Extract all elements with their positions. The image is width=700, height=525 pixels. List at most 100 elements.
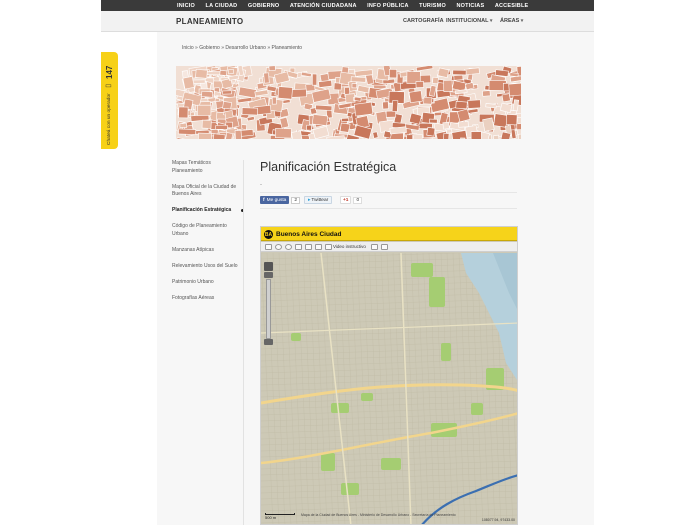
info-tool-icon[interactable]: [305, 244, 312, 250]
banner-block: [201, 119, 212, 129]
banner-block: [178, 128, 197, 135]
banner-block: [389, 126, 407, 135]
map-tiles: [261, 244, 517, 524]
banner-block: [311, 114, 329, 126]
banner-block: [412, 133, 423, 139]
nav-link-turismo[interactable]: TURISMO: [419, 3, 446, 9]
scale-bar: 500 m: [265, 513, 295, 520]
nav-link-atencion-ciudadana[interactable]: ATENCIÓN CIUDADANA: [290, 3, 357, 9]
section-nav-item-label: Planificación Estratégica: [172, 207, 232, 213]
section-nav-item-fotografias[interactable]: Fotografías Aéreas: [172, 295, 244, 303]
interactive-map[interactable]: BA Buenos Aires Ciudad Video instructivo…: [260, 226, 518, 525]
banner-block: [201, 90, 214, 98]
section-nav-item-mapas-tematicos[interactable]: Mapas Temáticos Planeamiento: [172, 160, 237, 175]
banner-block: [357, 85, 370, 94]
banner-block: [241, 107, 258, 116]
banner-block: [442, 121, 450, 130]
map-canvas[interactable]: [261, 244, 517, 524]
banner-block: [346, 111, 353, 118]
banner-block: [179, 123, 188, 128]
banner-block: [482, 117, 495, 132]
layers-tool-icon[interactable]: [381, 244, 388, 250]
zoom-out-tool-icon[interactable]: [285, 244, 292, 250]
nav-areas[interactable]: ÁREAS ▾: [500, 18, 523, 24]
section-nav-item-manzanas[interactable]: Manzanas Atípicas: [172, 247, 244, 255]
divider: [243, 160, 244, 525]
banner-block: [350, 76, 367, 83]
page-subtitle: -: [260, 182, 262, 188]
banner-block: [354, 96, 362, 102]
section-nav-item-relevamiento[interactable]: Relevamiento Usos del Suelo: [172, 263, 244, 271]
nav-link-info-publica[interactable]: INFO PÚBLICA: [367, 3, 409, 9]
zoom-out-button[interactable]: [264, 339, 273, 345]
banner-block: [315, 104, 333, 111]
site-title[interactable]: PLANEAMIENTO: [176, 17, 243, 26]
banner-block: [420, 137, 434, 139]
banner-block: [494, 69, 509, 77]
pan-arrows-icon[interactable]: [264, 262, 273, 271]
banner-block: [464, 67, 480, 76]
divider: [260, 208, 517, 209]
chat-operator-tab[interactable]: Chateá con un operador ▭ 147: [101, 52, 118, 149]
map-park: [411, 263, 433, 277]
share-tool-icon[interactable]: [371, 244, 378, 250]
facebook-like-button[interactable]: f Me gusta 2: [260, 196, 301, 204]
nav-cartografia[interactable]: CARTOGRAFÍA: [403, 18, 444, 24]
section-nav-item-patrimonio[interactable]: Patrimonio Urbano: [172, 279, 244, 287]
chat-operator-label: Chateá con un operador: [107, 93, 112, 145]
nav-link-inicio[interactable]: INICIO: [177, 3, 195, 9]
banner-block: [274, 128, 292, 139]
banner-block: [451, 130, 468, 139]
map-park: [381, 458, 401, 470]
section-nav-item-planificacion[interactable]: Planificación Estratégica: [172, 207, 244, 215]
facebook-like-label: Me gusta: [266, 197, 287, 203]
banner-block: [385, 110, 397, 118]
facebook-like-count: 2: [291, 196, 301, 204]
banner-block: [382, 101, 389, 110]
banner-block: [442, 132, 450, 139]
banner-block: [389, 69, 398, 79]
banner-block: [458, 121, 469, 128]
map-header: BA Buenos Aires Ciudad: [261, 227, 517, 241]
banner-block: [508, 82, 521, 97]
banner-block: [443, 79, 453, 92]
map-park: [331, 403, 349, 413]
map-zoom-control: [264, 262, 273, 346]
section-nav: Mapas Temáticos Planeamiento Mapa Oficia…: [172, 160, 244, 311]
banner-block: [176, 137, 191, 139]
zoom-in-tool-icon[interactable]: [275, 244, 282, 250]
banner-block: [318, 79, 333, 88]
site-header: PLANEAMIENTO CARTOGRAFÍA INSTITUCIONAL ▾…: [101, 11, 594, 32]
top-nav: INICIO LA CIUDAD GOBIERNO ATENCIÓN CIUDA…: [101, 0, 594, 11]
banner-block: [406, 134, 414, 139]
video-instructivo-link[interactable]: Video instructivo: [333, 244, 366, 249]
banner-block: [182, 76, 195, 90]
nav-link-la-ciudad[interactable]: LA CIUDAD: [206, 3, 238, 9]
tweet-button[interactable]: ▸ Twittear: [304, 196, 333, 204]
chat-operator-number: 147: [105, 65, 114, 80]
banner-block: [505, 114, 518, 126]
breadcrumb[interactable]: Inicio » Gobierno » Desarrollo Urbano » …: [182, 45, 302, 51]
banner-block: [485, 103, 497, 109]
measure-tool-icon[interactable]: [295, 244, 302, 250]
gplus-button[interactable]: +1 0: [340, 196, 363, 204]
banner-block: [426, 126, 436, 137]
nav-link-gobierno[interactable]: GOBIERNO: [248, 3, 280, 9]
section-nav-item-codigo[interactable]: Código de Planeamiento Urbano: [172, 223, 232, 238]
nav-link-noticias[interactable]: NOTICIAS: [456, 3, 484, 9]
zoom-in-button[interactable]: [264, 272, 273, 278]
chat-bubble-icon: ▭: [105, 82, 113, 91]
map-park: [471, 403, 483, 415]
banner-block: [482, 90, 491, 97]
zoom-slider[interactable]: [266, 279, 271, 339]
banner-block: [456, 108, 471, 123]
pan-tool-icon[interactable]: [265, 244, 272, 250]
print-tool-icon[interactable]: [315, 244, 322, 250]
nav-link-accesible[interactable]: ACCESIBLE: [495, 3, 529, 9]
section-nav-item-mapa-oficial[interactable]: Mapa Oficial de la Ciudad de Buenos Aire…: [172, 184, 238, 199]
nav-institucional[interactable]: INSTITUCIONAL ▾: [446, 18, 492, 24]
banner-block: [509, 72, 519, 78]
video-tool-icon[interactable]: [325, 244, 332, 250]
scale-label: 500 m: [265, 515, 277, 520]
tweet-label: Twittear: [311, 197, 329, 203]
